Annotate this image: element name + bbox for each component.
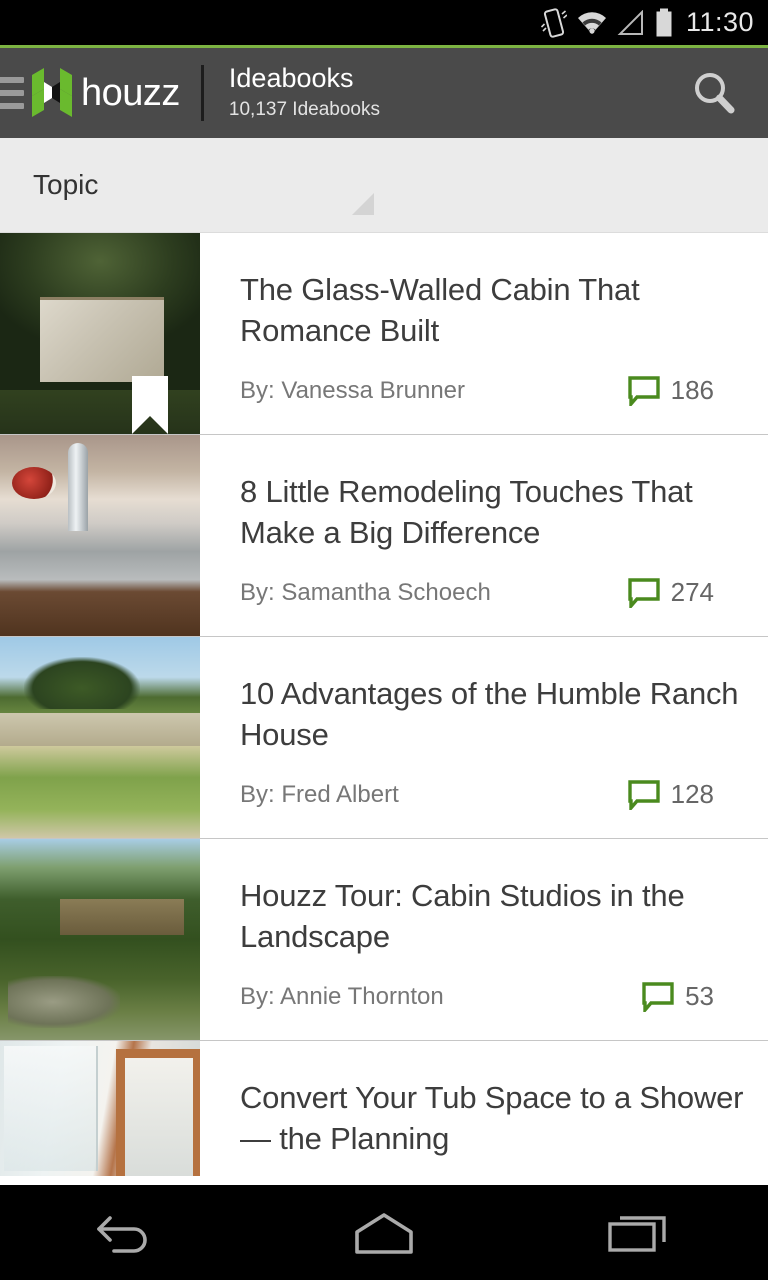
home-button[interactable] xyxy=(329,1198,439,1268)
status-icon-group xyxy=(540,7,674,39)
houzz-wordmark: houzz xyxy=(81,72,180,114)
comment-count-group[interactable]: 274 xyxy=(627,577,746,608)
list-item-body: 8 Little Remodeling Touches That Make a … xyxy=(200,435,768,636)
search-button[interactable] xyxy=(686,65,742,121)
back-icon xyxy=(97,1215,147,1253)
bathroom-shower-photo xyxy=(0,1041,200,1176)
list-item-author: By: Samantha Schoech xyxy=(240,578,491,606)
comment-icon xyxy=(642,981,674,1012)
ideabook-list[interactable]: The Glass-Walled Cabin That Romance Buil… xyxy=(0,233,768,1185)
battery-icon xyxy=(654,8,674,38)
hamburger-line xyxy=(0,90,24,96)
recent-apps-icon xyxy=(608,1215,666,1252)
app-screen: 11:30 houzz Ideabooks 10,137 Ideabooks T… xyxy=(0,0,768,1280)
topic-filter-bar[interactable]: Topic xyxy=(0,138,768,233)
comment-icon xyxy=(627,375,660,406)
ranch-house-exterior-photo xyxy=(0,637,200,838)
list-item[interactable]: 8 Little Remodeling Touches That Make a … xyxy=(0,435,768,637)
list-item-thumbnail[interactable] xyxy=(0,637,200,838)
search-icon xyxy=(695,73,735,114)
list-item-thumbnail[interactable] xyxy=(0,435,200,636)
list-item-title: 8 Little Remodeling Touches That Make a … xyxy=(240,474,693,551)
list-item-body: 10 Advantages of the Humble Ranch House … xyxy=(200,637,768,838)
recent-apps-button[interactable] xyxy=(585,1198,695,1268)
action-bar: houzz Ideabooks 10,137 Ideabooks xyxy=(0,48,768,138)
houzz-logo[interactable]: houzz xyxy=(30,66,180,120)
list-item-thumbnail[interactable] xyxy=(0,233,200,434)
list-item-body: Convert Your Tub Space to a Shower — the… xyxy=(200,1041,768,1176)
topic-filter-label: Topic xyxy=(33,169,99,200)
list-item-title: Convert Your Tub Space to a Shower — the… xyxy=(240,1080,744,1157)
bookmark-icon[interactable] xyxy=(132,376,168,434)
list-item-title: 10 Advantages of the Humble Ranch House xyxy=(240,676,739,753)
kitchen-sink-photo xyxy=(0,435,200,636)
list-item-meta: By: Samantha Schoech 274 xyxy=(240,577,746,608)
list-item[interactable]: Houzz Tour: Cabin Studios in the Landsca… xyxy=(0,839,768,1041)
comment-count-value: 274 xyxy=(670,577,714,607)
list-item-meta: By: Vanessa Brunner 186 xyxy=(240,375,746,406)
hamburger-line xyxy=(0,103,24,109)
cellular-signal-icon xyxy=(617,9,645,36)
forest-cabin-studio-photo xyxy=(0,839,200,1040)
list-item-meta: By: Annie Thornton 53 xyxy=(240,981,746,1012)
comment-count-value: 186 xyxy=(670,375,714,405)
action-bar-divider xyxy=(200,65,204,121)
comment-count-group[interactable]: 128 xyxy=(627,779,746,810)
list-item-title: The Glass-Walled Cabin That Romance Buil… xyxy=(240,272,640,349)
vibrate-icon xyxy=(540,7,567,39)
list-item-thumbnail[interactable] xyxy=(0,839,200,1040)
list-item-body: Houzz Tour: Cabin Studios in the Landsca… xyxy=(200,839,768,1040)
page-subtitle: 10,137 Ideabooks xyxy=(228,99,380,121)
home-icon xyxy=(355,1212,413,1254)
status-clock: 11:30 xyxy=(685,7,754,37)
action-bar-titles: Ideabooks 10,137 Ideabooks xyxy=(229,63,380,123)
comment-count-group[interactable]: 186 xyxy=(627,375,746,406)
list-item[interactable]: The Glass-Walled Cabin That Romance Buil… xyxy=(0,233,768,435)
list-item-thumbnail[interactable] xyxy=(0,1041,200,1176)
list-item[interactable]: 10 Advantages of the Humble Ranch House … xyxy=(0,637,768,839)
page-title: Ideabooks xyxy=(228,63,354,94)
status-bar: 11:30 xyxy=(0,0,768,45)
comment-count-value: 128 xyxy=(670,779,714,809)
comment-icon xyxy=(627,779,660,810)
comment-count-value: 53 xyxy=(685,981,714,1011)
list-item-meta: By: Fred Albert 128 xyxy=(240,779,746,810)
android-navigation-bar xyxy=(0,1185,768,1280)
hamburger-line xyxy=(0,77,24,83)
back-button[interactable] xyxy=(73,1198,183,1268)
list-item-body: The Glass-Walled Cabin That Romance Buil… xyxy=(200,233,768,434)
list-item-author: By: Annie Thornton xyxy=(240,982,444,1010)
list-item-author: By: Vanessa Brunner xyxy=(240,376,466,404)
comment-icon xyxy=(627,577,660,608)
list-item-title: Houzz Tour: Cabin Studios in the Landsca… xyxy=(240,878,685,955)
comment-count-group[interactable]: 53 xyxy=(642,981,746,1012)
hamburger-menu-icon[interactable] xyxy=(0,77,24,109)
cabin-with-glass-windows-photo xyxy=(0,233,200,434)
spinner-triangle-icon xyxy=(352,193,374,215)
wifi-icon xyxy=(576,10,608,36)
list-item[interactable]: Convert Your Tub Space to a Shower — the… xyxy=(0,1041,768,1176)
houzz-logo-icon xyxy=(32,68,72,117)
list-item-author: By: Fred Albert xyxy=(240,780,399,808)
